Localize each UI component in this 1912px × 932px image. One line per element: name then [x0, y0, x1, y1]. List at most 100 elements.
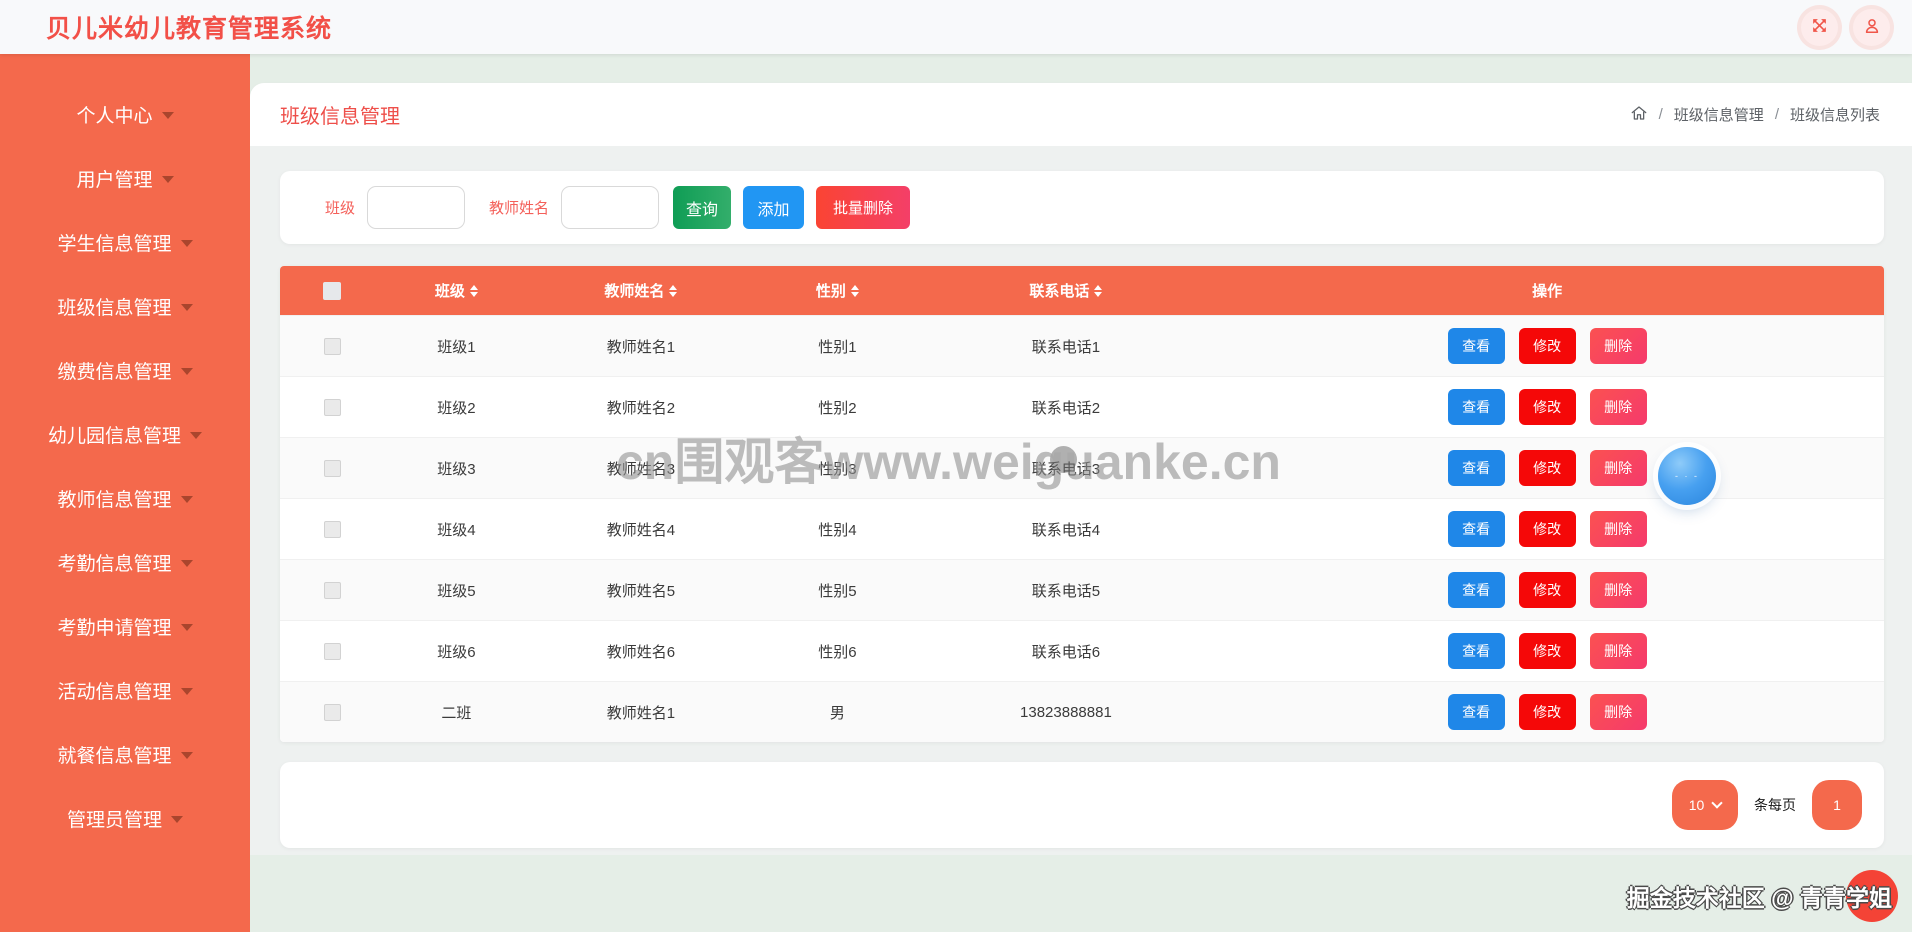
sortable-column-header[interactable]: 联系电话: [922, 280, 1211, 301]
row-actions: 查看 修改 删除: [1210, 572, 1884, 608]
table-header-ops: 操作: [1210, 280, 1884, 301]
edit-button[interactable]: 修改: [1519, 572, 1576, 608]
sidebar-item[interactable]: 就餐信息管理: [0, 722, 250, 786]
sidebar-item[interactable]: 考勤信息管理: [0, 530, 250, 594]
cell-class-name: 班级6: [384, 641, 528, 662]
sidebar-item-label: 考勤信息管理: [57, 549, 171, 576]
delete-button[interactable]: 删除: [1590, 511, 1647, 547]
sidebar-item[interactable]: 活动信息管理: [0, 658, 250, 722]
view-button[interactable]: 查看: [1448, 633, 1505, 669]
class-filter-input[interactable]: [367, 186, 465, 229]
sidebar-item[interactable]: 个人中心: [0, 82, 250, 146]
sidebar-item[interactable]: 用户管理: [0, 146, 250, 210]
table-row: 班级3 教师姓名3 性别3 联系电话3 查看 修改 删除: [280, 437, 1884, 498]
edit-button[interactable]: 修改: [1519, 511, 1576, 547]
sidebar-item-label: 班级信息管理: [57, 293, 171, 320]
chevron-down-icon: [181, 304, 193, 311]
sortable-column-header[interactable]: 性别: [753, 280, 921, 301]
column-header-label: 性别: [816, 280, 846, 301]
row-checkbox[interactable]: [324, 521, 341, 538]
row-checkbox[interactable]: [324, 399, 341, 416]
breadcrumb-item[interactable]: 班级信息管理: [1674, 104, 1764, 125]
chevron-down-icon: [162, 112, 174, 119]
sidebar-item[interactable]: 教师信息管理: [0, 466, 250, 530]
top-header: 贝儿米幼儿教育管理系统: [0, 0, 1912, 54]
cell-teacher-name: 教师姓名1: [529, 702, 754, 723]
delete-button[interactable]: 删除: [1590, 572, 1647, 608]
page-size-value: 10: [1689, 797, 1705, 813]
row-checkbox[interactable]: [324, 643, 341, 660]
select-all-checkbox[interactable]: [323, 282, 341, 300]
header-actions: [1801, 9, 1890, 46]
delete-button[interactable]: 删除: [1590, 633, 1647, 669]
cell-phone: 联系电话5: [922, 580, 1211, 601]
select-all-cell: [280, 282, 384, 300]
view-button[interactable]: 查看: [1448, 389, 1505, 425]
cell-teacher-name: 教师姓名6: [529, 641, 754, 662]
edit-button[interactable]: 修改: [1519, 694, 1576, 730]
view-button[interactable]: 查看: [1448, 450, 1505, 486]
chevron-down-icon: [181, 624, 193, 631]
pagination-bar: 10 条每页 1: [280, 762, 1884, 848]
sortable-column-header[interactable]: 班级: [384, 280, 528, 301]
row-checkbox[interactable]: [324, 704, 341, 721]
page-size-select[interactable]: 10: [1672, 780, 1738, 830]
table-row: 二班 教师姓名1 男 13823888881 查看 修改 删除: [280, 681, 1884, 742]
fullscreen-icon: [1810, 16, 1829, 38]
cell-teacher-name: 教师姓名1: [529, 336, 754, 357]
row-actions: 查看 修改 删除: [1210, 450, 1884, 486]
sidebar-menu: 个人中心 用户管理 学生信息管理 班级信息管理 缴费信息管理 幼儿园信息管理 教…: [0, 82, 250, 850]
sidebar-item[interactable]: 学生信息管理: [0, 210, 250, 274]
row-checkbox[interactable]: [324, 582, 341, 599]
sidebar-item-label: 管理员管理: [67, 805, 162, 832]
cell-class-name: 班级3: [384, 458, 528, 479]
user-button[interactable]: [1853, 9, 1890, 46]
add-button[interactable]: 添加: [743, 186, 804, 229]
edit-button[interactable]: 修改: [1519, 328, 1576, 364]
column-header-label: 联系电话: [1029, 280, 1089, 301]
sidebar-item-label: 考勤申请管理: [57, 613, 171, 640]
delete-button[interactable]: 删除: [1590, 450, 1647, 486]
edit-button[interactable]: 修改: [1519, 389, 1576, 425]
view-button[interactable]: 查看: [1448, 328, 1505, 364]
breadcrumb-item-current[interactable]: 班级信息列表: [1790, 104, 1880, 125]
delete-button[interactable]: 删除: [1590, 328, 1647, 364]
cell-phone: 联系电话4: [922, 519, 1211, 540]
view-button[interactable]: 查看: [1448, 694, 1505, 730]
floating-ball-widget[interactable]: - · -: [1658, 447, 1716, 505]
row-checkbox-cell: [280, 399, 384, 416]
teacher-filter-input[interactable]: [561, 186, 659, 229]
sidebar-item[interactable]: 幼儿园信息管理: [0, 402, 250, 466]
table-row: 班级5 教师姓名5 性别5 联系电话5 查看 修改 删除: [280, 559, 1884, 620]
fullscreen-button[interactable]: [1801, 9, 1838, 46]
chevron-down-icon: [190, 432, 202, 439]
search-button[interactable]: 查询: [673, 186, 731, 229]
column-header-label: 班级: [435, 280, 465, 301]
content-area: 班级 教师姓名 查询 添加 批量删除 班级 教师姓名 性别 联系电话 操作: [250, 146, 1912, 855]
row-checkbox[interactable]: [324, 460, 341, 477]
page-number-button[interactable]: 1: [1812, 780, 1862, 830]
view-button[interactable]: 查看: [1448, 511, 1505, 547]
sidebar-item[interactable]: 管理员管理: [0, 786, 250, 850]
sidebar-item[interactable]: 考勤申请管理: [0, 594, 250, 658]
edit-button[interactable]: 修改: [1519, 450, 1576, 486]
edit-button[interactable]: 修改: [1519, 633, 1576, 669]
home-icon[interactable]: [1630, 104, 1648, 126]
page-title: 班级信息管理: [280, 100, 400, 129]
row-checkbox[interactable]: [324, 338, 341, 355]
row-actions: 查看 修改 删除: [1210, 511, 1884, 547]
sidebar-item-label: 学生信息管理: [57, 229, 171, 256]
row-checkbox-cell: [280, 521, 384, 538]
sortable-column-header[interactable]: 教师姓名: [529, 280, 754, 301]
class-table: 班级 教师姓名 性别 联系电话 操作 班级1 教师姓名1 性别1 联系电话1 查…: [280, 266, 1884, 742]
delete-button[interactable]: 删除: [1590, 694, 1647, 730]
delete-button[interactable]: 删除: [1590, 389, 1647, 425]
view-button[interactable]: 查看: [1448, 572, 1505, 608]
batch-delete-button[interactable]: 批量删除: [816, 186, 910, 229]
sidebar-item-label: 用户管理: [76, 165, 152, 192]
sidebar-item[interactable]: 缴费信息管理: [0, 338, 250, 402]
table-body: 班级1 教师姓名1 性别1 联系电话1 查看 修改 删除 班级2 教师姓名2 性…: [280, 315, 1884, 742]
sidebar-item[interactable]: 班级信息管理: [0, 274, 250, 338]
chevron-down-icon: [181, 688, 193, 695]
cell-teacher-name: 教师姓名2: [529, 397, 754, 418]
